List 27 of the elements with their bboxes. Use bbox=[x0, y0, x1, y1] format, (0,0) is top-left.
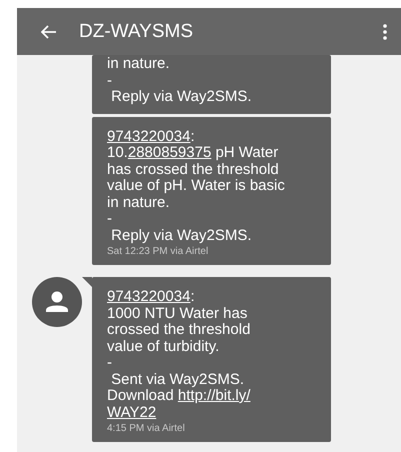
conversation-title: DZ-WAYSMS bbox=[79, 20, 194, 42]
message-text: - bbox=[107, 211, 113, 228]
link[interactable]: 9743220034 bbox=[107, 288, 190, 305]
back-arrow-icon[interactable] bbox=[41, 24, 57, 38]
message-text: - bbox=[107, 355, 113, 372]
message-text: value of pH. Water is basic bbox=[107, 178, 286, 194]
message-text: Reply via Way2SMS. bbox=[110, 228, 252, 244]
message-text: crossed the threshold bbox=[107, 322, 252, 338]
message-text: Sent via Way2SMS. bbox=[110, 372, 245, 388]
message-timestamp: 4:15 PM via Airtel bbox=[107, 423, 186, 434]
message-text: 9743220034: bbox=[107, 128, 196, 145]
message-text: Download http://bit.ly/ bbox=[107, 388, 252, 404]
link[interactable]: http://bit.ly/ bbox=[178, 387, 250, 404]
link[interactable]: WAY22 bbox=[107, 404, 156, 420]
link[interactable]: 2880859375 bbox=[128, 144, 212, 161]
message-text: in nature. bbox=[107, 194, 171, 211]
message-text: 9743220034: bbox=[107, 289, 196, 306]
message-text: value of turbidity. bbox=[107, 338, 220, 355]
message-text: - bbox=[107, 72, 112, 89]
message-timestamp: Sat 12:23 PM via Airtel bbox=[107, 246, 210, 257]
message-text: 1000 NTU Water has bbox=[107, 306, 248, 322]
link[interactable]: 9743220034 bbox=[107, 128, 190, 144]
message-text: 10.2880859375 pH Water bbox=[107, 145, 280, 162]
message-text: Reply via Way2SMS. bbox=[110, 89, 252, 106]
message-text: in nature. bbox=[107, 56, 171, 72]
more-options-icon[interactable] bbox=[383, 24, 387, 40]
message-text: has crossed the threshold bbox=[107, 162, 280, 178]
